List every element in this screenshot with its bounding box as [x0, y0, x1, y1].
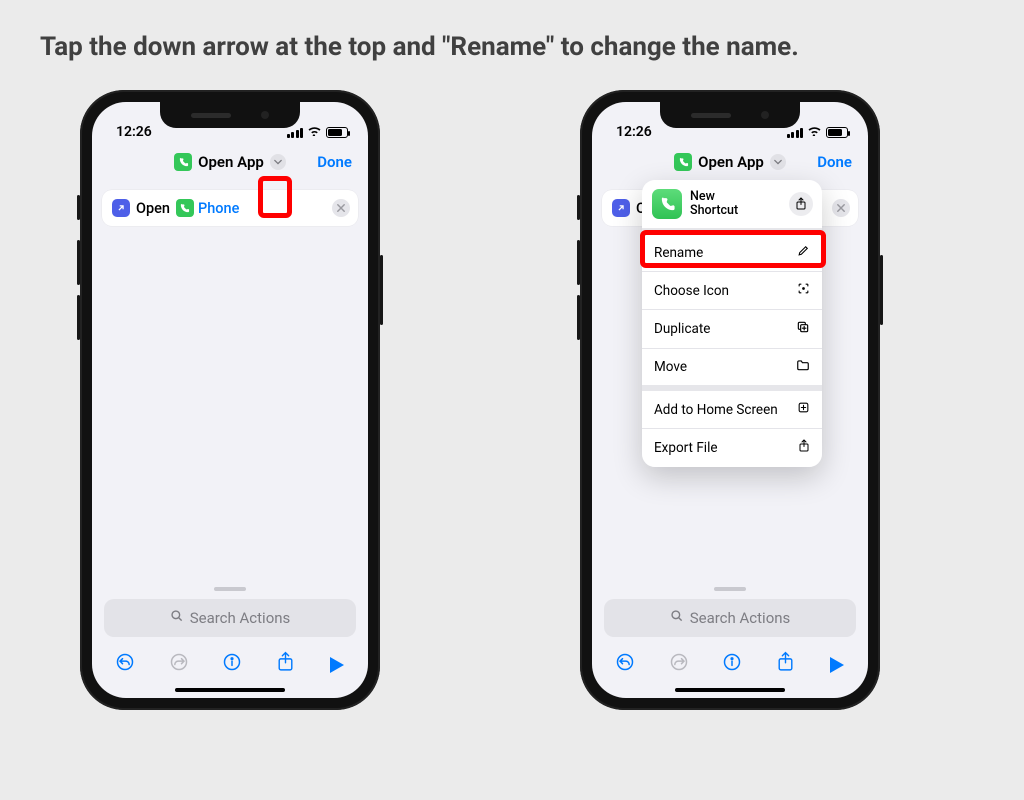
- app-parameter[interactable]: Phone: [176, 199, 239, 217]
- redo-button: [169, 652, 189, 677]
- export-icon: [798, 439, 810, 457]
- folder-icon: [796, 359, 810, 375]
- done-button[interactable]: Done: [317, 153, 352, 171]
- phone-app-icon: [174, 153, 192, 171]
- sheet-grabber[interactable]: [714, 587, 746, 591]
- home-indicator[interactable]: [675, 688, 785, 692]
- sheet-grabber[interactable]: [214, 587, 246, 591]
- shortcut-title: Open App: [198, 153, 264, 171]
- remove-action-button[interactable]: [832, 199, 850, 217]
- search-actions-field[interactable]: Search Actions: [604, 599, 856, 637]
- popover-title: New Shortcut: [690, 190, 750, 218]
- chevron-down-icon[interactable]: [270, 154, 286, 170]
- popover-share-button[interactable]: [789, 192, 813, 216]
- menu-item-rename[interactable]: Rename: [642, 234, 822, 271]
- search-actions-field[interactable]: Search Actions: [104, 599, 356, 637]
- add-to-home-icon: [797, 401, 810, 418]
- search-icon: [170, 609, 184, 627]
- info-button[interactable]: [722, 652, 742, 677]
- iphone-frame-left: 12:26 Open App: [80, 90, 380, 710]
- menu-item-duplicate[interactable]: Duplicate: [642, 309, 822, 348]
- run-button[interactable]: [329, 656, 345, 674]
- menu-item-choose-icon[interactable]: Choose Icon: [642, 271, 822, 309]
- status-time: 12:26: [612, 124, 652, 140]
- open-icon: [612, 199, 630, 217]
- menu-item-add-to-home[interactable]: Add to Home Screen: [642, 391, 822, 428]
- search-icon: [670, 609, 684, 627]
- shortcut-title-button[interactable]: Open App: [174, 153, 286, 171]
- bottom-toolbar: [592, 651, 868, 678]
- nav-bar: Open App Done: [92, 142, 368, 182]
- done-button[interactable]: Done: [817, 153, 852, 171]
- shortcut-title-button[interactable]: Open App: [674, 153, 786, 171]
- phone-app-icon: [652, 189, 682, 219]
- menu-item-export-file[interactable]: Export File: [642, 428, 822, 467]
- share-button[interactable]: [276, 651, 295, 678]
- remove-action-button[interactable]: [332, 199, 350, 217]
- action-open-label: Open: [136, 200, 170, 217]
- iphone-frame-right: 12:26 Open App: [580, 90, 880, 710]
- home-indicator[interactable]: [175, 688, 285, 692]
- status-time: 12:26: [112, 124, 152, 140]
- shortcut-title: Open App: [698, 153, 764, 171]
- phone-app-icon: [176, 199, 194, 217]
- popover-header: New Shortcut: [642, 180, 822, 234]
- choose-icon-icon: [797, 282, 810, 299]
- wifi-icon: [807, 125, 822, 140]
- search-placeholder: Search Actions: [690, 609, 791, 627]
- duplicate-icon: [796, 320, 810, 338]
- share-button[interactable]: [776, 651, 795, 678]
- chevron-down-icon[interactable]: [770, 154, 786, 170]
- signal-icon: [787, 128, 804, 138]
- redo-button: [669, 652, 689, 677]
- nav-bar: Open App Done: [592, 142, 868, 182]
- undo-button[interactable]: [615, 652, 635, 677]
- undo-button[interactable]: [115, 652, 135, 677]
- menu-item-move[interactable]: Move: [642, 348, 822, 385]
- info-button[interactable]: [222, 652, 242, 677]
- bottom-toolbar: [92, 651, 368, 678]
- shortcut-context-menu: New Shortcut Rename Choose Icon: [642, 180, 822, 467]
- action-card-open-app[interactable]: Open Phone: [102, 190, 358, 226]
- instruction-text: Tap the down arrow at the top and "Renam…: [40, 30, 984, 65]
- run-button[interactable]: [829, 656, 845, 674]
- open-icon: [112, 199, 130, 217]
- phone-app-icon: [674, 153, 692, 171]
- battery-icon: [826, 127, 848, 138]
- battery-icon: [326, 127, 348, 138]
- pencil-icon: [797, 244, 810, 261]
- wifi-icon: [307, 125, 322, 140]
- search-placeholder: Search Actions: [190, 609, 291, 627]
- signal-icon: [287, 128, 304, 138]
